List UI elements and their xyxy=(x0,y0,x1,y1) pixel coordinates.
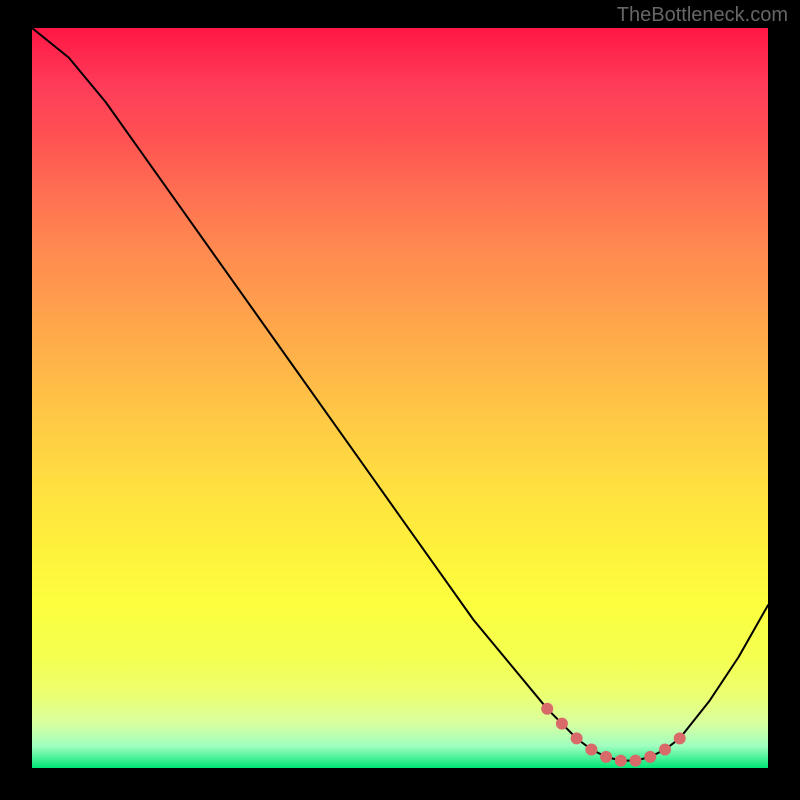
plot-area xyxy=(32,28,768,768)
marker-dot xyxy=(674,732,686,744)
chart-svg xyxy=(32,28,768,768)
marker-dot xyxy=(556,718,568,730)
watermark-label: TheBottleneck.com xyxy=(617,4,788,27)
marker-dot xyxy=(630,755,642,767)
marker-dot xyxy=(571,732,583,744)
marker-dot xyxy=(585,744,597,756)
bottleneck-curve xyxy=(32,28,768,761)
marker-dot xyxy=(644,751,656,763)
marker-dot xyxy=(659,744,671,756)
optimal-range-markers xyxy=(541,703,686,767)
marker-dot xyxy=(541,703,553,715)
marker-dot xyxy=(600,751,612,763)
marker-dot xyxy=(615,755,627,767)
